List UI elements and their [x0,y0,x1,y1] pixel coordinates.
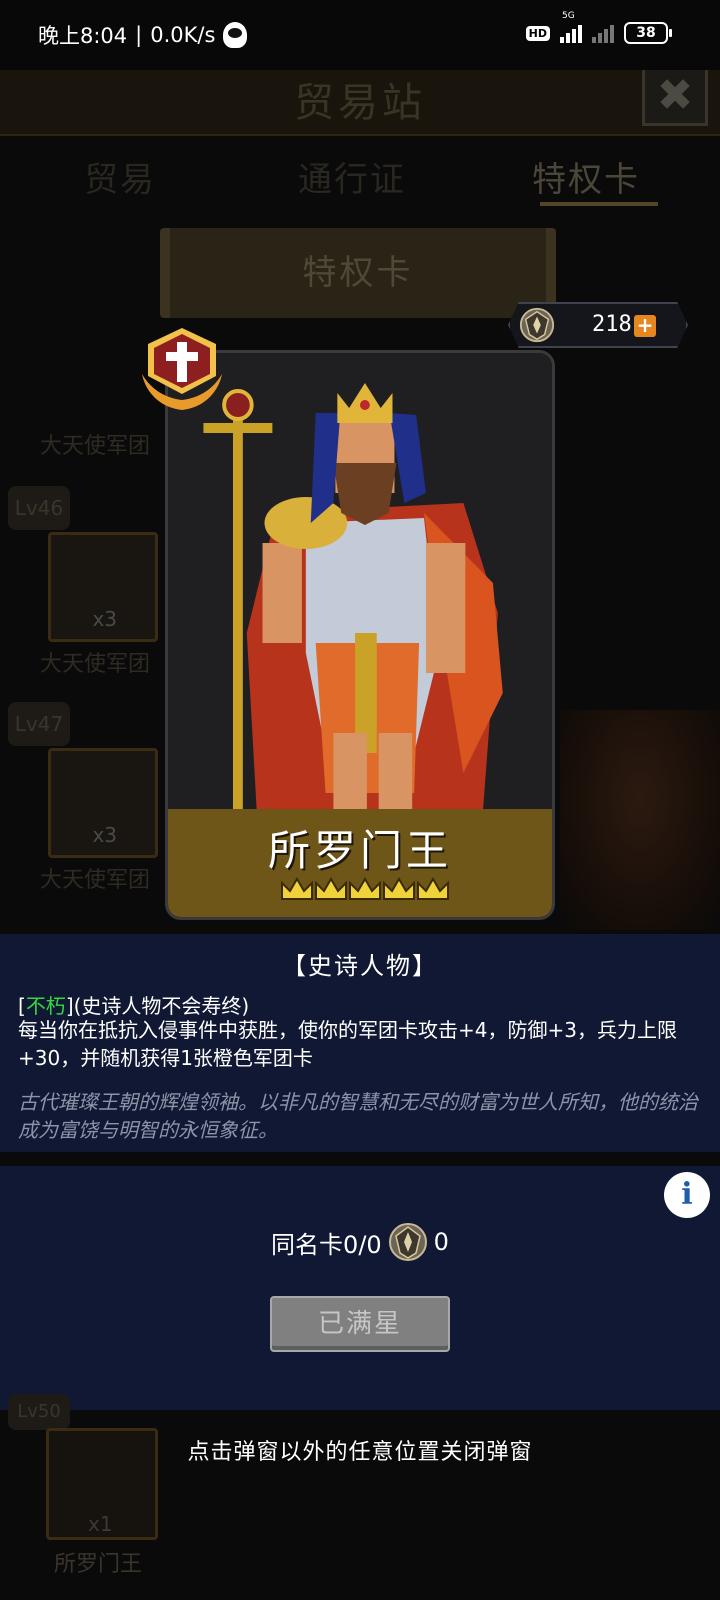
qq-icon [223,22,248,48]
hero-portrait [168,353,552,809]
page-title: 贸易站 [294,80,426,126]
card-slot[interactable]: x3 [48,532,158,642]
hero-card: 所罗门王 [165,350,555,920]
list-item-name: 大天使军团 [40,868,151,893]
list-item-name: 大天使军团 [40,652,151,677]
tab-pass[interactable]: 通行证 [298,152,406,201]
crown-icon [417,877,449,900]
status-right: HD 5G 38 [525,11,672,44]
status-time: 晚上8:04 [38,24,128,48]
battery-icon: 38 [624,22,672,44]
trait-tag: 不朽 [25,994,66,1018]
tab-underline [540,202,658,206]
signal-5g: 5G [560,11,582,43]
trait-text: ](史诗人物不会寿终) [65,994,250,1018]
section-banner: 特权卡 [160,228,556,318]
game-header: 贸易站 ✖ [0,60,720,136]
card-slot[interactable]: x3 [48,748,158,858]
crown-icon [281,877,313,900]
maxed-star-button[interactable]: 已满星 [270,1296,450,1352]
currency-counter: 218 + [508,302,688,348]
level-badge: Lv47 [8,702,70,746]
trait-bracket: [ [18,994,26,1018]
signal-icon [560,23,582,43]
currency-value: 218 [592,312,632,337]
rarity-title: 【史诗人物】 [282,952,438,980]
list-item-name: 所罗门王 [54,1552,143,1577]
status-bar: 晚上8:04 | 0.0K/s HD 5G 38 [0,0,720,70]
hero-name-band: 所罗门王 [168,809,552,917]
effect-text: 每当你在抵抗入侵事件中获胜，使你的军团卡攻击+4，防御+3，兵力上限+30，并随… [18,1018,677,1070]
upgrade-panel: i 同名卡0/0 0 已满星 [0,1166,720,1410]
plus-icon[interactable]: + [634,315,656,337]
crown-icon [383,877,415,900]
duplicate-card-label: 同名卡0/0 [271,1230,382,1259]
card-count: x1 [88,1512,113,1536]
crown-icon [349,877,381,900]
level-badge: Lv50 [8,1394,70,1430]
list-item-name: 大天使军团 [40,434,151,459]
description-panel: 【史诗人物】 [不朽](史诗人物不会寿终) 每当你在抵抗入侵事件中获胜，使你的军… [0,934,720,1152]
hero-name: 所罗门王 [267,826,452,875]
crest-icon [519,307,555,343]
duplicate-card-row: 同名卡0/0 0 [0,1220,720,1264]
info-icon[interactable]: i [664,1172,710,1218]
level-badge: Lv46 [8,486,70,530]
signal-icon-secondary [592,23,614,43]
close-button[interactable]: ✖ [642,64,708,126]
card-count: x3 [92,823,117,847]
network-label: 5G [562,11,575,21]
hd-badge: HD [525,25,550,41]
trait-line: [不朽](史诗人物不会寿终) [18,990,249,1019]
lore-text: 古代璀璨王朝的辉煌领袖。以非凡的智慧和无尽的财富为世人所知，他的统治成为富饶与明… [18,1090,698,1142]
background-figure [560,710,720,930]
tab-privilege-card[interactable]: 特权卡 [532,152,640,201]
crest-count: 0 [433,1228,449,1256]
status-left: 晚上8:04 | 0.0K/s [38,20,248,50]
tab-bar: 贸易 通行证 特权卡 [0,146,720,210]
card-count: x3 [92,607,117,631]
crest-icon [388,1223,427,1261]
status-speed: 0.0K/s [150,23,216,47]
crown-icon [315,877,347,900]
star-rating [280,875,450,903]
rank-badge-icon [142,328,222,410]
tab-trade[interactable]: 贸易 [84,152,156,201]
